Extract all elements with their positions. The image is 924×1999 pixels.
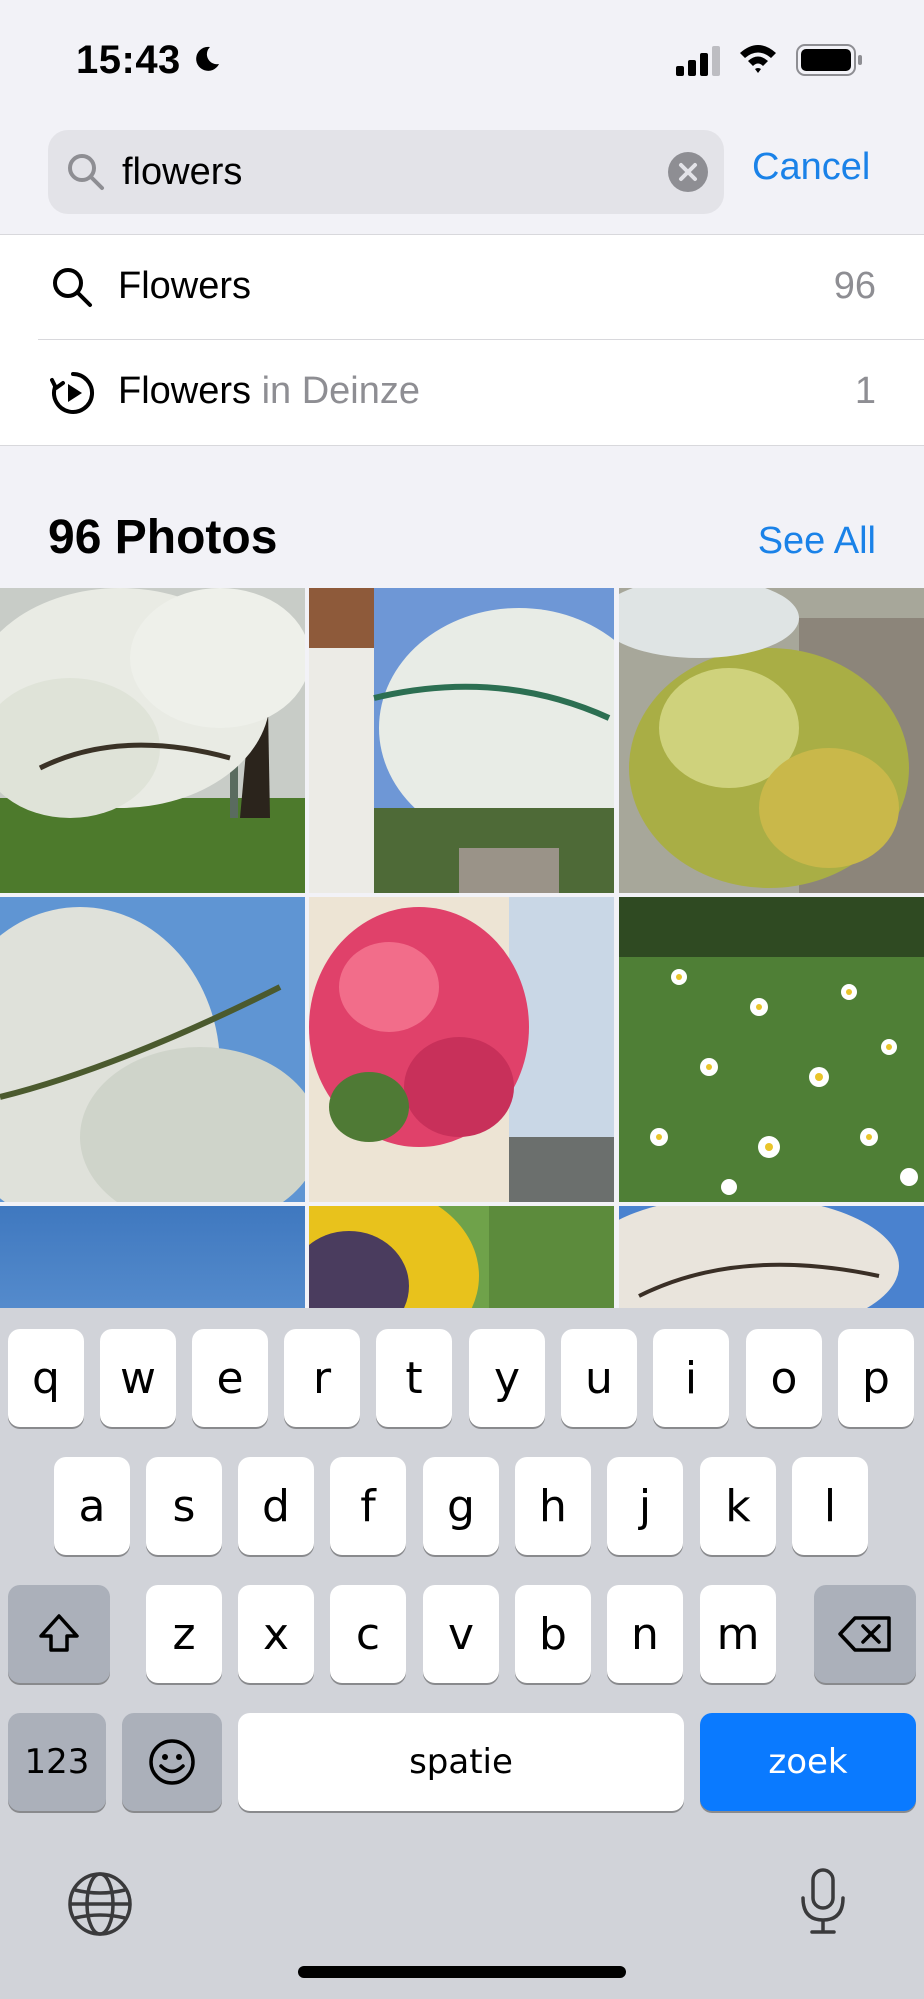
suggestion-label: Flowers in Deinze bbox=[118, 370, 421, 412]
key-p[interactable]: p bbox=[838, 1329, 914, 1427]
key-r[interactable]: r bbox=[284, 1329, 360, 1427]
key-l[interactable]: l bbox=[792, 1457, 868, 1555]
wifi-icon bbox=[740, 45, 776, 73]
photo-thumbnail[interactable] bbox=[0, 1206, 305, 1308]
suggestion-flowers-in-deinze[interactable]: Flowers in Deinze 1 bbox=[0, 340, 924, 444]
shift-icon bbox=[39, 1614, 79, 1652]
photo-thumbnail[interactable] bbox=[0, 588, 305, 893]
photo-garden-arch bbox=[309, 588, 614, 893]
key-t[interactable]: t bbox=[376, 1329, 452, 1427]
key-q[interactable]: q bbox=[8, 1329, 84, 1427]
search-input[interactable] bbox=[122, 144, 642, 200]
search-icon bbox=[68, 154, 104, 190]
key-z[interactable]: z bbox=[146, 1585, 222, 1683]
suggestion-count: 96 bbox=[833, 265, 876, 307]
key-w[interactable]: w bbox=[100, 1329, 176, 1427]
space-key[interactable]: spatie bbox=[238, 1713, 684, 1811]
key-j[interactable]: j bbox=[607, 1457, 683, 1555]
home-indicator bbox=[298, 1966, 626, 1978]
key-k[interactable]: k bbox=[700, 1457, 776, 1555]
key-v[interactable]: v bbox=[423, 1585, 499, 1683]
key-b[interactable]: b bbox=[515, 1585, 591, 1683]
cellular-signal-icon bbox=[676, 46, 720, 76]
search-field[interactable] bbox=[48, 130, 724, 214]
key-i[interactable]: i bbox=[653, 1329, 729, 1427]
globe-icon[interactable] bbox=[66, 1870, 134, 1938]
key-n[interactable]: n bbox=[607, 1585, 683, 1683]
photo-blossom-tree bbox=[0, 588, 305, 893]
microphone-icon[interactable] bbox=[798, 1866, 848, 1936]
photo-blossom-branches bbox=[619, 1206, 924, 1308]
search-return-key[interactable]: zoek bbox=[700, 1713, 916, 1811]
shift-key[interactable] bbox=[8, 1585, 110, 1683]
search-icon bbox=[53, 268, 92, 307]
key-s[interactable]: s bbox=[146, 1457, 222, 1555]
photo-grid bbox=[0, 588, 924, 1308]
emoji-key[interactable] bbox=[122, 1713, 222, 1811]
key-m[interactable]: m bbox=[700, 1585, 776, 1683]
key-u[interactable]: u bbox=[561, 1329, 637, 1427]
photo-thumbnail[interactable] bbox=[619, 897, 924, 1202]
delete-key[interactable] bbox=[814, 1585, 916, 1683]
photo-sunflower bbox=[309, 1206, 614, 1308]
photo-thumbnail[interactable] bbox=[309, 897, 614, 1202]
key-x[interactable]: x bbox=[238, 1585, 314, 1683]
photo-daisies bbox=[619, 897, 924, 1202]
key-e[interactable]: e bbox=[192, 1329, 268, 1427]
suggestion-label: Flowers bbox=[118, 265, 252, 307]
photos-section-title: 96 Photos bbox=[48, 511, 278, 564]
key-g[interactable]: g bbox=[423, 1457, 499, 1555]
key-f[interactable]: f bbox=[330, 1457, 406, 1555]
status-time: 15:43 bbox=[76, 38, 181, 82]
keyboard: q w e r t y u i o p a s d f g h j k l z … bbox=[0, 1308, 924, 1999]
numbers-key[interactable]: 123 bbox=[8, 1713, 106, 1811]
search-suggestions: Flowers 96 Flowers in Deinze 1 bbox=[0, 234, 924, 446]
photo-thumbnail[interactable] bbox=[619, 588, 924, 893]
clear-search-button[interactable] bbox=[668, 152, 708, 192]
status-bar: 15:43 bbox=[0, 0, 924, 120]
key-o[interactable]: o bbox=[746, 1329, 822, 1427]
backspace-icon bbox=[838, 1616, 891, 1652]
photo-hanging-petunias bbox=[309, 897, 614, 1202]
key-a[interactable]: a bbox=[54, 1457, 130, 1555]
photo-thumbnail[interactable] bbox=[0, 897, 305, 1202]
emoji-icon bbox=[149, 1739, 195, 1785]
suggestion-flowers[interactable]: Flowers 96 bbox=[0, 235, 924, 340]
see-all-button[interactable]: See All bbox=[758, 520, 876, 563]
photo-yellow-shrub bbox=[619, 588, 924, 893]
photo-thumbnail[interactable] bbox=[309, 1206, 614, 1308]
clear-icon bbox=[679, 163, 697, 181]
moon-icon bbox=[196, 46, 219, 71]
photo-thumbnail[interactable] bbox=[309, 588, 614, 893]
key-d[interactable]: d bbox=[238, 1457, 314, 1555]
key-h[interactable]: h bbox=[515, 1457, 591, 1555]
key-c[interactable]: c bbox=[330, 1585, 406, 1683]
photo-blossom-sky bbox=[0, 897, 305, 1202]
key-y[interactable]: y bbox=[469, 1329, 545, 1427]
photo-thumbnail[interactable] bbox=[619, 1206, 924, 1308]
suggestion-count: 1 bbox=[854, 370, 876, 412]
battery-icon bbox=[796, 44, 862, 76]
cancel-button[interactable]: Cancel bbox=[752, 146, 870, 189]
memory-play-icon bbox=[50, 372, 94, 414]
photo-blue-sky bbox=[0, 1206, 305, 1308]
